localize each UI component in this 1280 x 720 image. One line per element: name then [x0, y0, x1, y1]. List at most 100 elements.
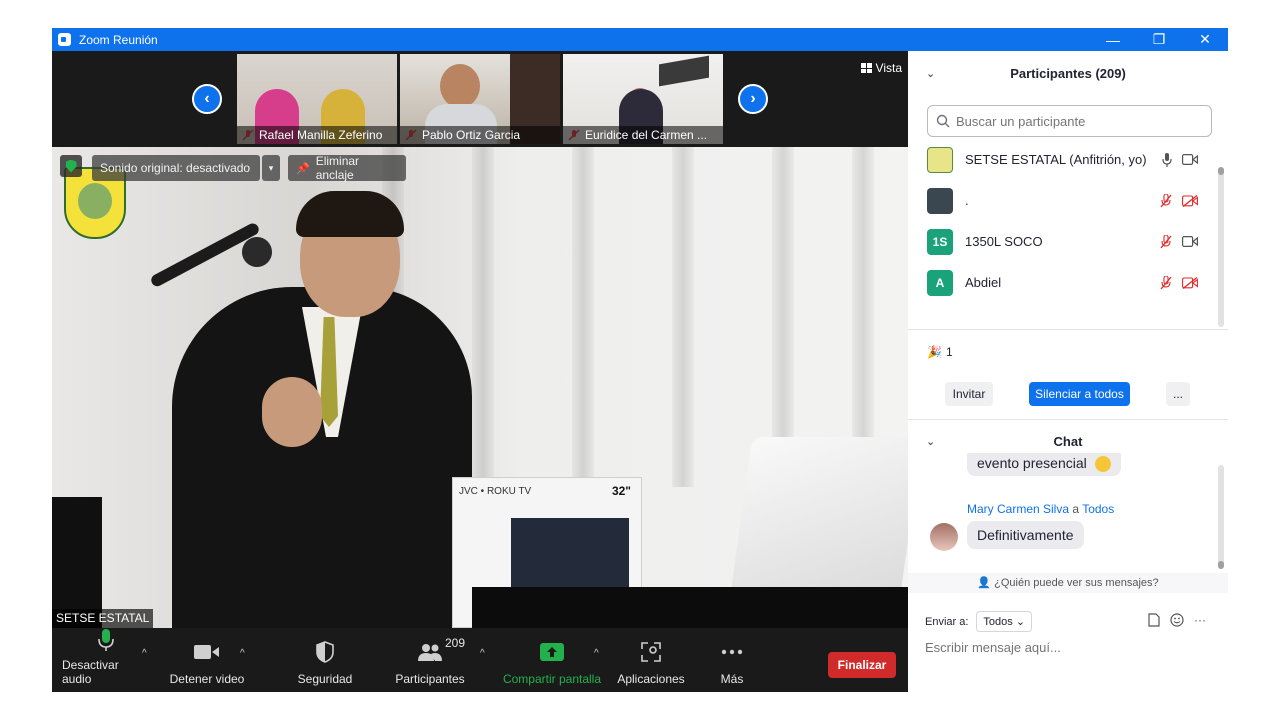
participant-row[interactable]: . [908, 180, 1218, 221]
microphone-head [242, 237, 272, 267]
chat-more-icon[interactable]: ··· [1194, 613, 1206, 627]
prev-page-button[interactable]: ‹ [192, 84, 222, 114]
participant-name: Abdiel [965, 275, 1002, 290]
end-meeting-button[interactable]: Finalizar [828, 652, 896, 678]
video-thumbnail[interactable]: Rafael Manilla Zeferino [237, 54, 397, 144]
collapse-chat-chevron-icon[interactable]: ⌄ [926, 435, 935, 448]
tv-size: 32" [611, 484, 631, 498]
mic-muted-icon [1160, 275, 1172, 289]
mute-audio-label: Desactivar audio [62, 658, 119, 686]
reaction-count: 1 [945, 345, 953, 359]
chat-sender-name[interactable]: Mary Carmen Silva [967, 502, 1069, 516]
participant-head [440, 64, 480, 108]
active-speaker-video[interactable]: JVC • ROKU TV 32" Sonido original: desac… [52, 147, 908, 628]
title-bar: Zoom Reunión — ❐ ✕ [52, 28, 1228, 51]
search-icon [936, 114, 950, 128]
participant-row[interactable]: A Abdiel [908, 262, 1218, 303]
audio-options-chevron-icon[interactable]: ^ [142, 648, 147, 659]
view-label: Vista [875, 61, 902, 75]
next-page-button[interactable]: › [738, 84, 768, 114]
tv-screen [511, 518, 629, 590]
chat-scroll-thumb[interactable] [1218, 561, 1224, 569]
restore-button[interactable]: ❐ [1136, 28, 1182, 51]
table [472, 587, 908, 628]
chat-message-text: Definitivamente [977, 527, 1074, 543]
participant-search[interactable] [927, 105, 1212, 137]
video-thumbnail[interactable]: Euridice del Carmen ... [563, 54, 723, 144]
participant-row[interactable]: SETSE ESTATAL (Anfitrión, yo) [908, 139, 1218, 180]
chat-message-input[interactable] [925, 640, 1215, 655]
window-title: Zoom Reunión [79, 32, 158, 47]
video-options-chevron-icon[interactable]: ^ [240, 648, 245, 659]
curtain-fold [572, 147, 594, 487]
microphone-icon [1162, 152, 1172, 167]
mic-muted-icon [1160, 193, 1172, 207]
singer-hand [262, 377, 322, 447]
zoom-window: Zoom Reunión — ❐ ✕ ‹ Rafael Manilla Zefe… [52, 28, 1228, 692]
stop-video-button[interactable]: Detener video [168, 628, 246, 692]
share-options-chevron-icon[interactable]: ^ [594, 648, 599, 659]
original-sound-toggle[interactable]: Sonido original: desactivado [92, 155, 260, 181]
chat-sender-avatar [930, 523, 958, 551]
file-icon[interactable] [1148, 613, 1160, 627]
participant-search-input[interactable] [956, 113, 1196, 129]
apps-label: Aplicaciones [617, 672, 685, 686]
chevron-down-icon: ▾ [268, 162, 274, 173]
participants-title: Participantes (209) [1010, 65, 1126, 81]
share-screen-icon [540, 638, 564, 666]
close-button[interactable]: ✕ [1182, 28, 1228, 51]
participants-more-button[interactable]: ... [1166, 382, 1190, 406]
share-screen-button[interactable]: Compartir pantalla [498, 628, 606, 692]
chat-scrollbar[interactable] [1218, 465, 1224, 569]
minimize-button[interactable]: — [1090, 28, 1136, 51]
curtain-fold [772, 147, 794, 487]
participants-options-chevron-icon[interactable]: ^ [480, 648, 485, 659]
participant-avatar [927, 146, 953, 173]
curtain-fold [672, 147, 694, 487]
zoom-app-icon [58, 33, 71, 46]
invite-button[interactable]: Invitar [945, 382, 993, 406]
participants-scrollbar[interactable] [1218, 167, 1224, 327]
chevron-down-icon: ⌄ [1015, 616, 1026, 628]
view-button[interactable]: Vista [860, 61, 902, 75]
mute-all-button[interactable]: Silenciar a todos [1029, 382, 1130, 406]
chat-recipient[interactable]: Todos [1082, 502, 1114, 516]
chat-title: Chat [1053, 433, 1083, 449]
chat-message-text: evento presencial [977, 455, 1087, 471]
participant-status-icons [1160, 275, 1198, 290]
original-sound-dropdown[interactable]: ▾ [262, 155, 280, 181]
send-to-select[interactable]: Todos ⌄ [976, 611, 1033, 632]
participants-header: ⌄ Participantes (209) [908, 51, 1228, 95]
more-label: Más [720, 672, 744, 686]
send-to-value: Todos [983, 616, 1013, 628]
microphone-icon [98, 628, 114, 652]
collapse-participants-chevron-icon[interactable]: ⌄ [926, 67, 935, 80]
participants-button[interactable]: 209 Participantes [390, 628, 470, 692]
participants-count: 209 [445, 636, 466, 650]
curtain-fold [852, 147, 874, 487]
stop-video-label: Detener video [169, 672, 245, 686]
unpin-button[interactable]: 📌 Eliminar anclaje [288, 154, 406, 182]
more-button[interactable]: Más [708, 628, 756, 692]
divider [908, 329, 1228, 330]
security-label: Seguridad [297, 672, 353, 686]
security-button[interactable]: Seguridad [288, 628, 362, 692]
participant-name: . [965, 193, 969, 208]
mute-audio-button[interactable]: Desactivar audio [62, 628, 150, 692]
encryption-badge[interactable] [60, 155, 82, 177]
side-panel: ⌄ Participantes (209) SETSE ESTATAL (Anf… [908, 51, 1228, 692]
participant-avatar: A [927, 269, 953, 296]
speaker-name: SETSE ESTATAL [52, 609, 154, 628]
apps-button[interactable]: Aplicaciones [614, 628, 688, 692]
video-off-icon [1182, 194, 1198, 207]
participant-row[interactable]: 1S 1350L SOCO [908, 221, 1218, 262]
thumbnail-name: Pablo Ortiz Garcia [400, 126, 560, 144]
window-controls: — ❐ ✕ [1090, 28, 1228, 51]
thumbnail-name: Rafael Manilla Zeferino [237, 126, 397, 144]
chat-message-bubble: evento presencial [967, 453, 1121, 477]
participant-status-icons [1160, 193, 1198, 208]
emoji-icon[interactable] [1170, 613, 1184, 627]
message-visibility-info[interactable]: 👤 ¿Quién puede ver sus mensajes? [908, 573, 1228, 593]
video-thumbnail[interactable]: Pablo Ortiz Garcia [400, 54, 560, 144]
participants-scroll-thumb[interactable] [1218, 167, 1224, 175]
